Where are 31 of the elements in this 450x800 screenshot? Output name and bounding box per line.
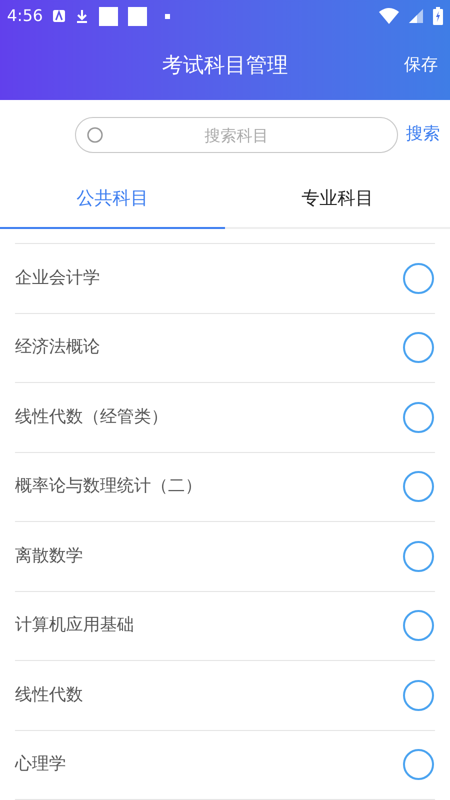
- tab[interactable]: 公共科目: [0, 170, 225, 229]
- subject-name: 计算机应用基础: [15, 614, 135, 637]
- select-radio[interactable]: [403, 402, 434, 433]
- subject-name: 离散数学: [15, 544, 84, 568]
- page-title: 考试科目管理: [162, 52, 288, 80]
- subject-name: 概率论与数理统计（二）: [15, 475, 203, 498]
- subject-name: 经济法概论: [15, 336, 101, 359]
- search-field[interactable]: 搜索科目: [75, 117, 398, 154]
- battery-icon: [433, 7, 443, 25]
- notification-square-icon: [98, 6, 118, 26]
- select-radio[interactable]: [403, 540, 434, 572]
- wifi-icon: [379, 8, 399, 24]
- search-button[interactable]: 搜索: [406, 122, 440, 148]
- select-radio[interactable]: [403, 680, 434, 711]
- select-radio[interactable]: [403, 332, 434, 364]
- select-radio[interactable]: [403, 471, 434, 502]
- notification-square-icon: [128, 6, 147, 26]
- subject-name: 线性代数: [15, 684, 84, 706]
- select-radio[interactable]: [403, 610, 434, 642]
- status-time: 4:56: [7, 5, 43, 27]
- select-radio[interactable]: [403, 749, 434, 780]
- save-button[interactable]: 保存: [404, 53, 438, 79]
- subject-name: 心理学: [15, 753, 67, 776]
- subject-name: 企业会计学: [15, 266, 101, 290]
- circle-icon: [87, 127, 103, 144]
- download-icon: [74, 9, 89, 23]
- signal-icon: [409, 9, 423, 23]
- app-notification-icon: [52, 10, 65, 22]
- subject-name: 线性代数（经管类）: [15, 406, 169, 428]
- tab[interactable]: 专业科目: [225, 170, 450, 229]
- select-radio[interactable]: [403, 262, 434, 294]
